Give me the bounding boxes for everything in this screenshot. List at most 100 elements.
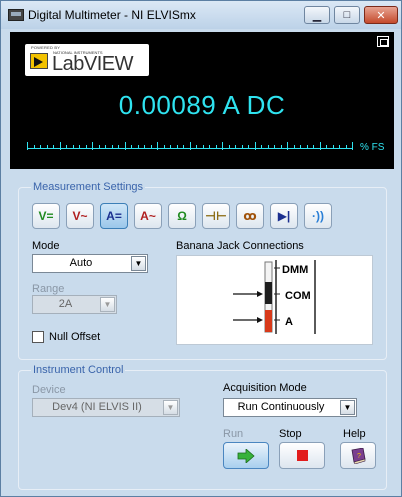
scale-tick: [137, 145, 139, 149]
stop-button[interactable]: [279, 442, 325, 469]
instrument-control-title: Instrument Control: [31, 364, 126, 376]
minimize-button[interactable]: ▁: [304, 6, 330, 24]
scale-tick: [215, 145, 217, 149]
scale-tick: [170, 145, 171, 149]
resistance-button[interactable]: Ω: [168, 203, 196, 229]
meter-display: POWERED BY NATIONAL INSTRUMENTS LabVIEW …: [10, 32, 394, 169]
scale-tick: [202, 145, 204, 149]
scale-tick: [339, 145, 340, 149]
inductance-button[interactable]: ꝏ: [236, 203, 264, 229]
scale-tick: [176, 145, 178, 149]
inductance-icon: ꝏ: [243, 209, 257, 223]
scale-tick: [40, 145, 41, 149]
scale-tick: [189, 142, 191, 150]
measurement-settings-title: Measurement Settings: [31, 181, 146, 193]
scale-tick: [163, 145, 165, 149]
scale-tick: [59, 142, 61, 150]
dc-current-button[interactable]: A=: [100, 203, 128, 229]
maximize-button[interactable]: □: [334, 6, 360, 24]
mode-select[interactable]: Auto ▼: [32, 254, 148, 273]
full-scale-bar: [27, 140, 353, 156]
run-label: Run: [223, 428, 244, 440]
scale-tick: [332, 145, 334, 149]
device-select: Dev4 (NI ELVIS II) ▼: [32, 398, 180, 417]
scale-tick: [92, 142, 93, 150]
acquisition-mode-label: Acquisition Mode: [223, 382, 307, 394]
stop-label: Stop: [279, 428, 302, 440]
scale-tick: [150, 145, 152, 149]
scale-tick: [345, 145, 347, 149]
logo-text: LabVIEW: [52, 53, 133, 75]
scale-tick: [313, 145, 314, 149]
scale-tick: [124, 142, 126, 150]
chevron-down-icon: ▼: [100, 297, 115, 312]
scale-tick: [33, 145, 35, 149]
help-book-icon: ?: [351, 447, 366, 464]
scale-tick: [105, 145, 106, 149]
acquisition-mode-select[interactable]: Run Continuously ▼: [223, 398, 357, 417]
close-icon: ✕: [376, 9, 386, 22]
mode-label: Mode: [32, 240, 60, 252]
scale-tick: [254, 142, 256, 150]
range-value: 2A: [58, 298, 73, 310]
multimeter-window: Digital Multimeter - NI ELVISmx ▁ □ ✕ PO…: [0, 0, 402, 497]
ac-voltage-button[interactable]: V~: [66, 203, 94, 229]
scale-tick: [27, 142, 28, 150]
acquisition-mode-value: Run Continuously: [237, 401, 325, 413]
restore-icon[interactable]: [377, 36, 389, 47]
help-button[interactable]: ?: [340, 442, 376, 469]
diode-button[interactable]: ▶|: [270, 203, 298, 229]
scale-tick: [85, 145, 87, 149]
diode-icon: ▶|: [277, 209, 291, 223]
resistance-icon: Ω: [177, 209, 187, 223]
scale-tick: [274, 145, 275, 149]
capacitance-icon: ⊣⊢: [205, 209, 227, 223]
scale-tick: [293, 145, 295, 149]
dc-voltage-button[interactable]: V=: [32, 203, 60, 229]
chevron-down-icon: ▼: [163, 400, 178, 415]
null-offset-checkbox[interactable]: [32, 331, 44, 343]
scale-tick: [118, 145, 119, 149]
maximize-icon: □: [343, 9, 351, 21]
device-label: Device: [32, 384, 66, 396]
jack-label-dmm: DMM: [282, 264, 308, 276]
app-icon: [8, 9, 24, 21]
scale-tick: [79, 145, 80, 149]
scale-tick: [267, 145, 269, 149]
continuity-button[interactable]: ·)): [304, 203, 332, 229]
scale-tick: [111, 145, 113, 149]
scale-tick: [196, 145, 197, 149]
scale-tick: [72, 145, 74, 149]
scale-tick: [319, 142, 321, 150]
scale-tick: [280, 145, 282, 149]
full-scale-label: % FS: [360, 142, 385, 153]
ac-current-button[interactable]: A~: [134, 203, 162, 229]
jack-label-a: A: [285, 316, 293, 328]
device-value: Dev4 (NI ELVIS II): [52, 401, 142, 413]
minimize-icon: ▁: [312, 9, 322, 22]
ac-current-icon: A~: [140, 209, 156, 223]
scale-tick: [248, 145, 249, 149]
scale-tick: [66, 145, 67, 149]
scale-tick: [228, 145, 230, 149]
svg-text:?: ?: [357, 453, 361, 460]
chevron-down-icon[interactable]: ▼: [131, 256, 146, 271]
continuity-icon: ·)): [312, 209, 324, 223]
jack-connection-diagram: DMM COM A: [233, 260, 316, 334]
stop-icon: [296, 450, 308, 461]
instrument-control-group: [18, 370, 387, 490]
null-offset-label: Null Offset: [49, 331, 101, 343]
run-button[interactable]: [223, 442, 269, 469]
scale-tick: [222, 142, 223, 150]
labview-logo: POWERED BY NATIONAL INSTRUMENTS LabVIEW: [25, 44, 149, 76]
chevron-down-icon[interactable]: ▼: [340, 400, 355, 415]
help-label: Help: [343, 428, 366, 440]
scale-tick: [326, 145, 327, 149]
banana-jack-diagram: DMM COM A: [176, 255, 373, 345]
dc-current-icon: A=: [106, 209, 122, 223]
scale-tick: [144, 145, 145, 149]
close-button[interactable]: ✕: [364, 6, 398, 24]
title-bar: Digital Multimeter - NI ELVISmx ▁ □ ✕: [1, 1, 401, 29]
scale-tick: [131, 145, 132, 149]
capacitance-button[interactable]: ⊣⊢: [202, 203, 230, 229]
